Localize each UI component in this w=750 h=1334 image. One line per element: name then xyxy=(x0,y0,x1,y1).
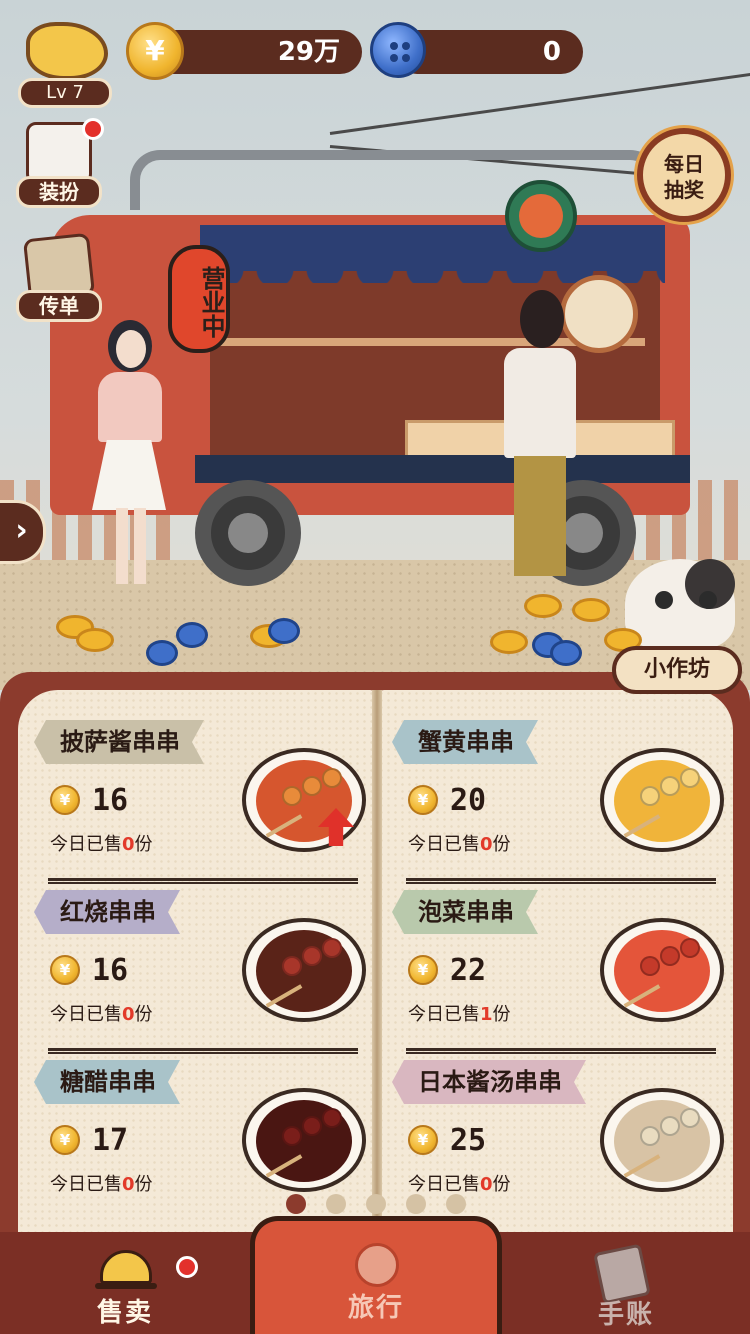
daily-lottery-button[interactable]: 每日 抽奖 xyxy=(637,128,731,222)
menu-item-name: 泡菜串串 xyxy=(392,890,538,934)
menu-item-name: 糖醋串串 xyxy=(34,1060,180,1104)
button-drop[interactable] xyxy=(550,640,582,666)
page-dot[interactable] xyxy=(326,1194,346,1214)
coin-icon: ¥ xyxy=(50,955,80,985)
page-dot[interactable] xyxy=(406,1194,426,1214)
menu-item-name: 蟹黄串串 xyxy=(392,720,538,764)
menu-item-name: 红烧串串 xyxy=(34,890,180,934)
coin-drop[interactable] xyxy=(524,594,562,618)
button-currency-icon xyxy=(370,22,426,78)
button-drop[interactable] xyxy=(176,622,208,648)
customer-girl[interactable] xyxy=(92,320,172,585)
page-dot[interactable] xyxy=(366,1194,386,1214)
menu-divider xyxy=(48,878,358,884)
order-bubble-icon[interactable] xyxy=(505,180,577,252)
dish-plate-image[interactable] xyxy=(600,748,724,852)
coin-drop[interactable] xyxy=(76,628,114,652)
power-wire xyxy=(329,72,750,135)
map-pin-icon xyxy=(355,1243,399,1287)
flyer-button[interactable]: 传单 xyxy=(16,232,106,322)
dish-plate-image[interactable] xyxy=(242,918,366,1022)
menu-item-sold-today: 今日已售0份 xyxy=(50,1004,153,1025)
menu-item[interactable]: 红烧串串 ¥16 今日已售0份 xyxy=(34,890,366,1060)
book-spine xyxy=(372,690,382,1235)
menu-item-price: 16 xyxy=(92,782,129,818)
dish-plate-image[interactable] xyxy=(600,1088,724,1192)
shop-scene: 营业中 xyxy=(0,0,750,690)
menu-item-sold-today: 今日已售0份 xyxy=(50,834,153,855)
menu-item-price-row: ¥20 xyxy=(408,780,486,820)
truck-bumper xyxy=(195,455,690,483)
tab-sell[interactable]: 售卖 xyxy=(0,1232,250,1334)
menu-item-name: 披萨酱串串 xyxy=(34,720,204,764)
menu-item-sold-today: 今日已售0份 xyxy=(408,1174,511,1195)
menu-item-price: 22 xyxy=(450,952,487,988)
coin-icon: ¥ xyxy=(50,1125,80,1155)
workshop-button[interactable]: 小作坊 xyxy=(612,646,742,694)
tab-travel[interactable]: 旅行 xyxy=(250,1216,502,1334)
van-roof-rack xyxy=(130,150,660,210)
taiyaki-icon xyxy=(26,22,108,80)
menu-item-price-row: ¥17 xyxy=(50,1120,128,1160)
menu-item-price: 25 xyxy=(450,1122,487,1158)
button-drop[interactable] xyxy=(146,640,178,666)
tab-sell-label: 售卖 xyxy=(96,1298,153,1328)
menu-item-sold-today: 今日已售0份 xyxy=(50,1174,153,1195)
menu-item-price-row: ¥16 xyxy=(50,950,128,990)
menu-item-price-row: ¥16 xyxy=(50,780,128,820)
coin-icon: ¥ xyxy=(408,1125,438,1155)
level-badge[interactable]: Lv 7 xyxy=(18,22,112,108)
menu-divider xyxy=(406,878,716,884)
level-label: Lv 7 xyxy=(18,78,112,108)
service-bell-icon xyxy=(95,1250,157,1289)
open-lantern: 营业中 xyxy=(168,245,230,353)
tab-travel-label: 旅行 xyxy=(347,1293,404,1323)
menu-item-sold-today: 今日已售0份 xyxy=(408,834,511,855)
menu-item-price-row: ¥25 xyxy=(408,1120,486,1160)
menu-item-price: 16 xyxy=(92,952,129,988)
tab-ledger-label: 手账 xyxy=(597,1300,654,1330)
notification-dot xyxy=(176,1256,198,1278)
dish-plate-image[interactable] xyxy=(600,918,724,1022)
notification-dot xyxy=(82,118,104,140)
coin-icon: ¥ xyxy=(50,785,80,815)
truck-awning xyxy=(200,225,665,283)
dish-plate-image[interactable] xyxy=(242,1088,366,1192)
menu-divider xyxy=(406,1048,716,1054)
menu-item-sold-today: 今日已售1份 xyxy=(408,1004,511,1025)
page-dot[interactable] xyxy=(446,1194,466,1214)
coin-icon: ¥ xyxy=(408,955,438,985)
menu-item-name: 日本酱汤串串 xyxy=(392,1060,586,1104)
cat-mascot[interactable] xyxy=(625,545,735,649)
coin-icon: ¥ xyxy=(126,22,184,80)
coin-drop[interactable] xyxy=(490,630,528,654)
customer-man[interactable] xyxy=(500,290,580,590)
dish-plate-image[interactable] xyxy=(242,748,366,852)
page-indicator xyxy=(286,1194,466,1214)
menu-divider xyxy=(48,1048,358,1054)
coin-icon: ¥ xyxy=(408,785,438,815)
tab-ledger[interactable]: 手账 xyxy=(502,1232,750,1334)
menu-item-price-row: ¥22 xyxy=(408,950,486,990)
page-dot[interactable] xyxy=(286,1194,306,1214)
menu-item-price: 17 xyxy=(92,1122,129,1158)
button-drop[interactable] xyxy=(268,618,300,644)
menu-item[interactable]: 蟹黄串串 ¥20 今日已售0份 xyxy=(392,720,724,890)
menu-item-price: 20 xyxy=(450,782,487,818)
coin-drop[interactable] xyxy=(572,598,610,622)
wheel xyxy=(195,480,301,586)
dress-up-button[interactable]: 装扮 xyxy=(16,118,106,208)
menu-item[interactable]: 披萨酱串串 ¥16 今日已售0份 xyxy=(34,720,366,890)
menu-item[interactable]: 泡菜串串 ¥22 今日已售1份 xyxy=(392,890,724,1060)
